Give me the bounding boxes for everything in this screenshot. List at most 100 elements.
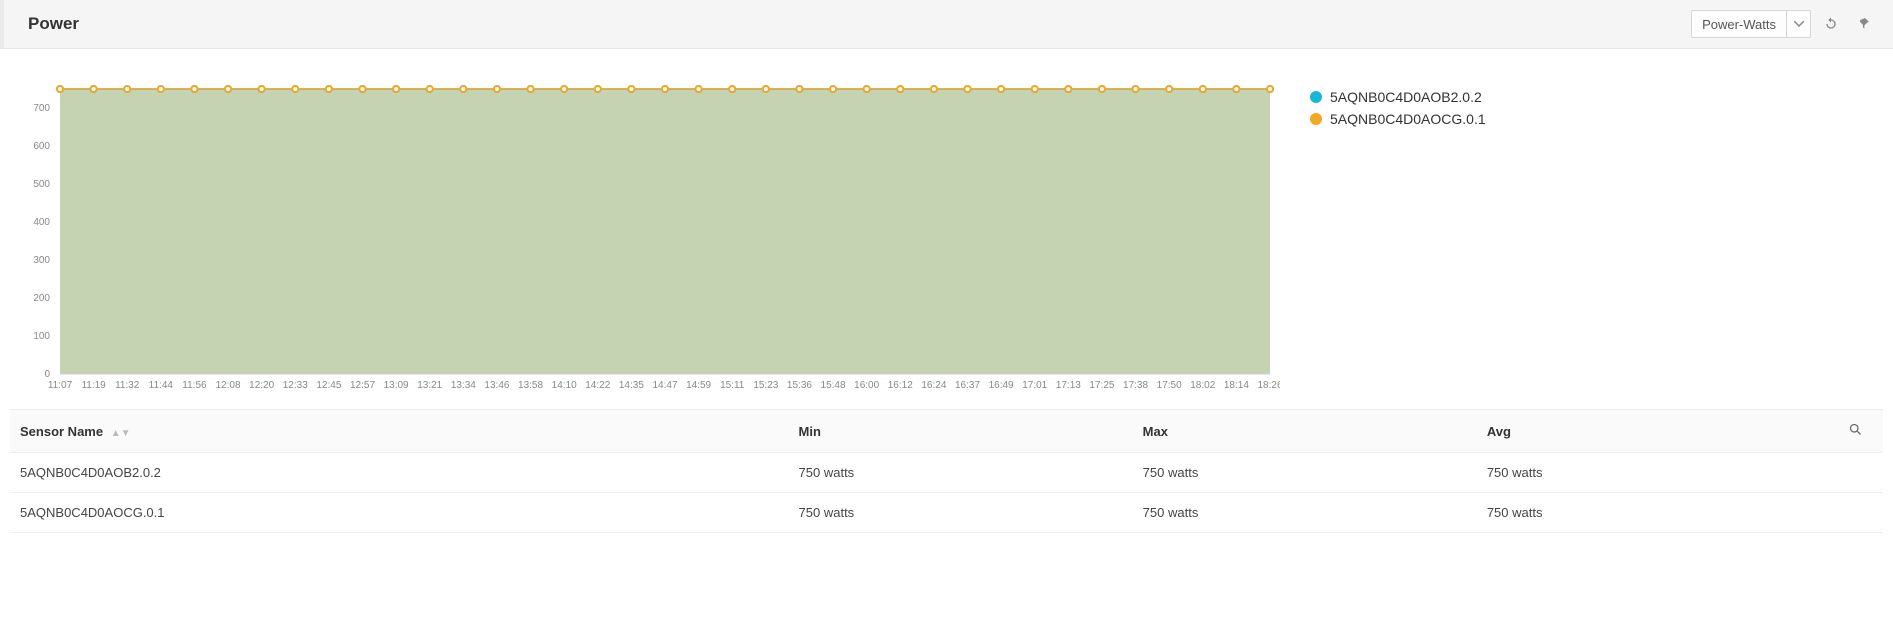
svg-text:600: 600	[33, 141, 50, 152]
svg-text:13:58: 13:58	[518, 380, 543, 391]
svg-text:11:19: 11:19	[81, 380, 106, 391]
chart-marker	[528, 86, 534, 92]
table-search-button[interactable]	[1823, 410, 1883, 453]
col-avg[interactable]: Avg	[1479, 410, 1823, 453]
col-min[interactable]: Min	[791, 410, 1135, 453]
svg-text:0: 0	[44, 369, 50, 380]
svg-text:17:25: 17:25	[1089, 380, 1114, 391]
chart-marker	[830, 86, 836, 92]
chart-marker	[427, 86, 433, 92]
svg-text:15:36: 15:36	[787, 380, 812, 391]
svg-text:17:01: 17:01	[1022, 380, 1047, 391]
chart-legend: 5AQNB0C4D0AOB2.0.2 5AQNB0C4D0AOCG.0.1	[1310, 89, 1486, 133]
svg-text:13:21: 13:21	[417, 380, 442, 391]
chart-marker	[57, 86, 63, 92]
legend-label: 5AQNB0C4D0AOB2.0.2	[1330, 89, 1482, 105]
svg-text:12:08: 12:08	[216, 380, 241, 391]
svg-text:13:09: 13:09	[384, 380, 409, 391]
svg-text:14:22: 14:22	[585, 380, 610, 391]
chart-marker	[897, 86, 903, 92]
chart-marker	[1099, 86, 1105, 92]
chart-marker	[1200, 86, 1206, 92]
chart-marker	[595, 86, 601, 92]
col-sensor-name[interactable]: Sensor Name ▲▼	[10, 410, 791, 453]
svg-text:16:00: 16:00	[854, 380, 879, 391]
sensor-table-wrap: Sensor Name ▲▼ Min Max Avg 5AQNB0C4D0AOB…	[0, 409, 1893, 533]
metric-dropdown[interactable]: Power-Watts	[1691, 10, 1811, 38]
svg-text:200: 200	[33, 293, 50, 304]
svg-text:13:46: 13:46	[484, 380, 509, 391]
svg-text:18:26: 18:26	[1257, 380, 1280, 391]
svg-text:12:57: 12:57	[350, 380, 375, 391]
panel-header: Power Power-Watts	[0, 0, 1893, 49]
svg-text:14:59: 14:59	[686, 380, 711, 391]
chart-marker	[1032, 86, 1038, 92]
chart-marker	[931, 86, 937, 92]
table-header-row: Sensor Name ▲▼ Min Max Avg	[10, 410, 1883, 453]
svg-text:17:13: 17:13	[1056, 380, 1081, 391]
svg-text:500: 500	[33, 179, 50, 190]
svg-text:11:07: 11:07	[48, 380, 73, 391]
table-cell: 750 watts	[1135, 493, 1479, 533]
chart-marker	[158, 86, 164, 92]
chart-area	[60, 89, 1270, 374]
chart-marker	[326, 86, 332, 92]
svg-text:12:33: 12:33	[283, 380, 308, 391]
legend-item[interactable]: 5AQNB0C4D0AOCG.0.1	[1310, 111, 1486, 127]
chart-marker	[1065, 86, 1071, 92]
chart-marker	[460, 86, 466, 92]
chart-marker	[91, 86, 97, 92]
svg-text:18:14: 18:14	[1224, 380, 1249, 391]
col-max[interactable]: Max	[1135, 410, 1479, 453]
main-content: 010020030040050060070011:0711:1911:3211:…	[0, 49, 1893, 399]
table-cell: 750 watts	[1479, 493, 1823, 533]
svg-text:14:47: 14:47	[652, 380, 677, 391]
svg-text:16:49: 16:49	[989, 380, 1014, 391]
chart-marker	[292, 86, 298, 92]
pin-button[interactable]	[1851, 12, 1875, 36]
svg-text:13:34: 13:34	[451, 380, 476, 391]
table-cell: 5AQNB0C4D0AOB2.0.2	[10, 453, 791, 493]
svg-text:700: 700	[33, 103, 50, 114]
sort-icon: ▲▼	[111, 428, 131, 439]
svg-text:300: 300	[33, 255, 50, 266]
chart-marker	[864, 86, 870, 92]
svg-text:15:11: 15:11	[720, 380, 745, 391]
table-row: 5AQNB0C4D0AOCG.0.1750 watts750 watts750 …	[10, 493, 1883, 533]
refresh-button[interactable]	[1819, 12, 1843, 36]
chart-marker	[628, 86, 634, 92]
chart-marker	[561, 86, 567, 92]
table-cell: 750 watts	[791, 453, 1135, 493]
chart-marker	[191, 86, 197, 92]
table-cell: 750 watts	[1135, 453, 1479, 493]
svg-text:11:32: 11:32	[115, 380, 140, 391]
svg-text:18:02: 18:02	[1190, 380, 1215, 391]
chart-marker	[225, 86, 231, 92]
header-tools: Power-Watts	[1691, 10, 1875, 38]
chart-container: 010020030040050060070011:0711:1911:3211:…	[10, 79, 1280, 399]
svg-text:16:12: 16:12	[888, 380, 913, 391]
table-cell: 750 watts	[1479, 453, 1823, 493]
chart-marker	[965, 86, 971, 92]
sensor-table: Sensor Name ▲▼ Min Max Avg 5AQNB0C4D0AOB…	[10, 409, 1883, 533]
chart-marker	[1166, 86, 1172, 92]
svg-text:400: 400	[33, 217, 50, 228]
svg-text:100: 100	[33, 331, 50, 342]
table-cell: 750 watts	[791, 493, 1135, 533]
legend-item[interactable]: 5AQNB0C4D0AOB2.0.2	[1310, 89, 1486, 105]
chart-marker	[494, 86, 500, 92]
chart-marker	[393, 86, 399, 92]
search-icon	[1848, 422, 1863, 437]
legend-swatch	[1310, 91, 1322, 103]
chart-marker	[998, 86, 1004, 92]
chart-marker	[360, 86, 366, 92]
svg-text:16:24: 16:24	[921, 380, 946, 391]
chart-marker	[1267, 86, 1273, 92]
legend-swatch	[1310, 113, 1322, 125]
page-title: Power	[28, 14, 79, 34]
table-row: 5AQNB0C4D0AOB2.0.2750 watts750 watts750 …	[10, 453, 1883, 493]
svg-text:12:45: 12:45	[316, 380, 341, 391]
chart-marker	[1233, 86, 1239, 92]
chart-marker	[763, 86, 769, 92]
table-cell: 5AQNB0C4D0AOCG.0.1	[10, 493, 791, 533]
